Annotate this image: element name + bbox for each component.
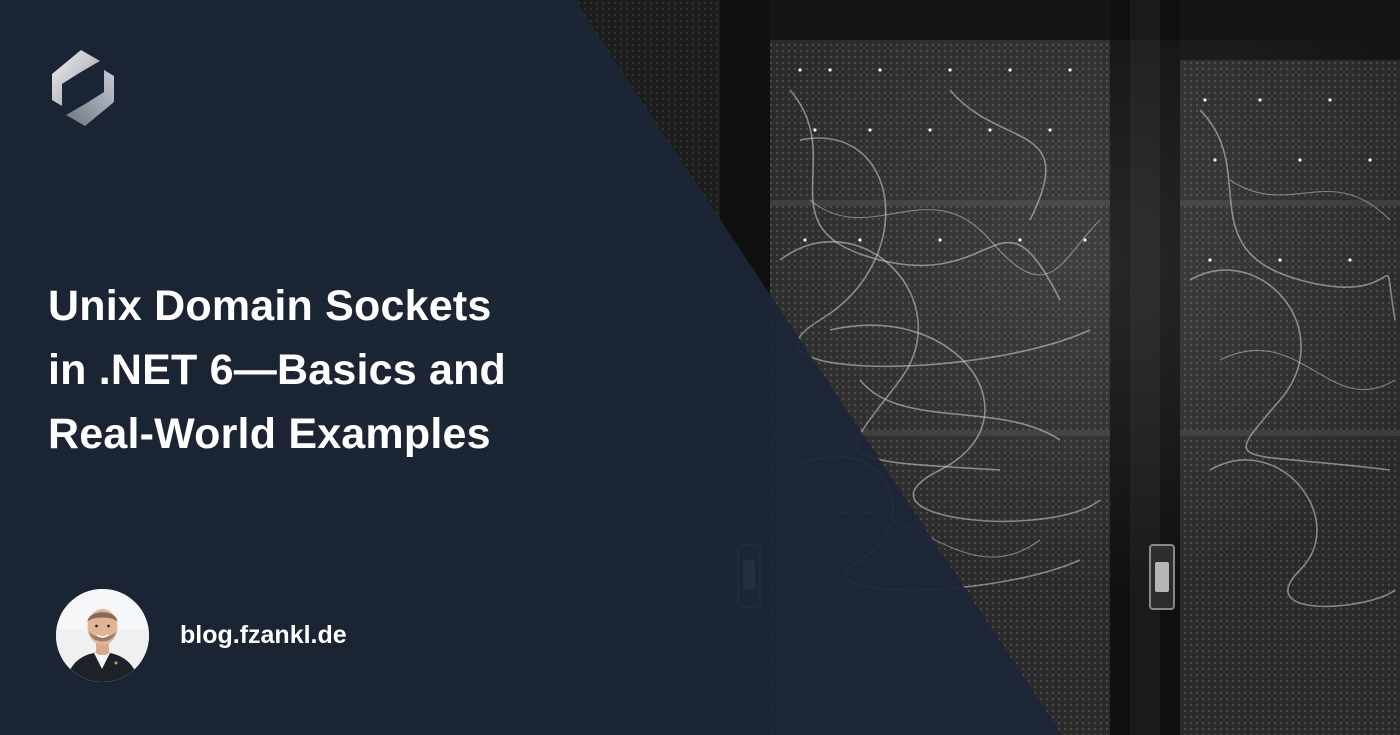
hexagon-chain-logo-icon: [52, 50, 114, 126]
post-title-line-2: in .NET 6—Basics and: [48, 346, 507, 394]
post-title-line-1: Unix Domain Sockets: [48, 282, 492, 330]
post-title-line-3: Real-World Examples: [48, 410, 491, 458]
site-url[interactable]: blog.fzankl.de: [180, 617, 347, 653]
author-avatar: [56, 589, 149, 682]
post-title: Unix Domain Sockets in .NET 6—Basics and…: [48, 274, 608, 466]
blog-cover-card: Unix Domain Sockets in .NET 6—Basics and…: [0, 0, 1400, 735]
